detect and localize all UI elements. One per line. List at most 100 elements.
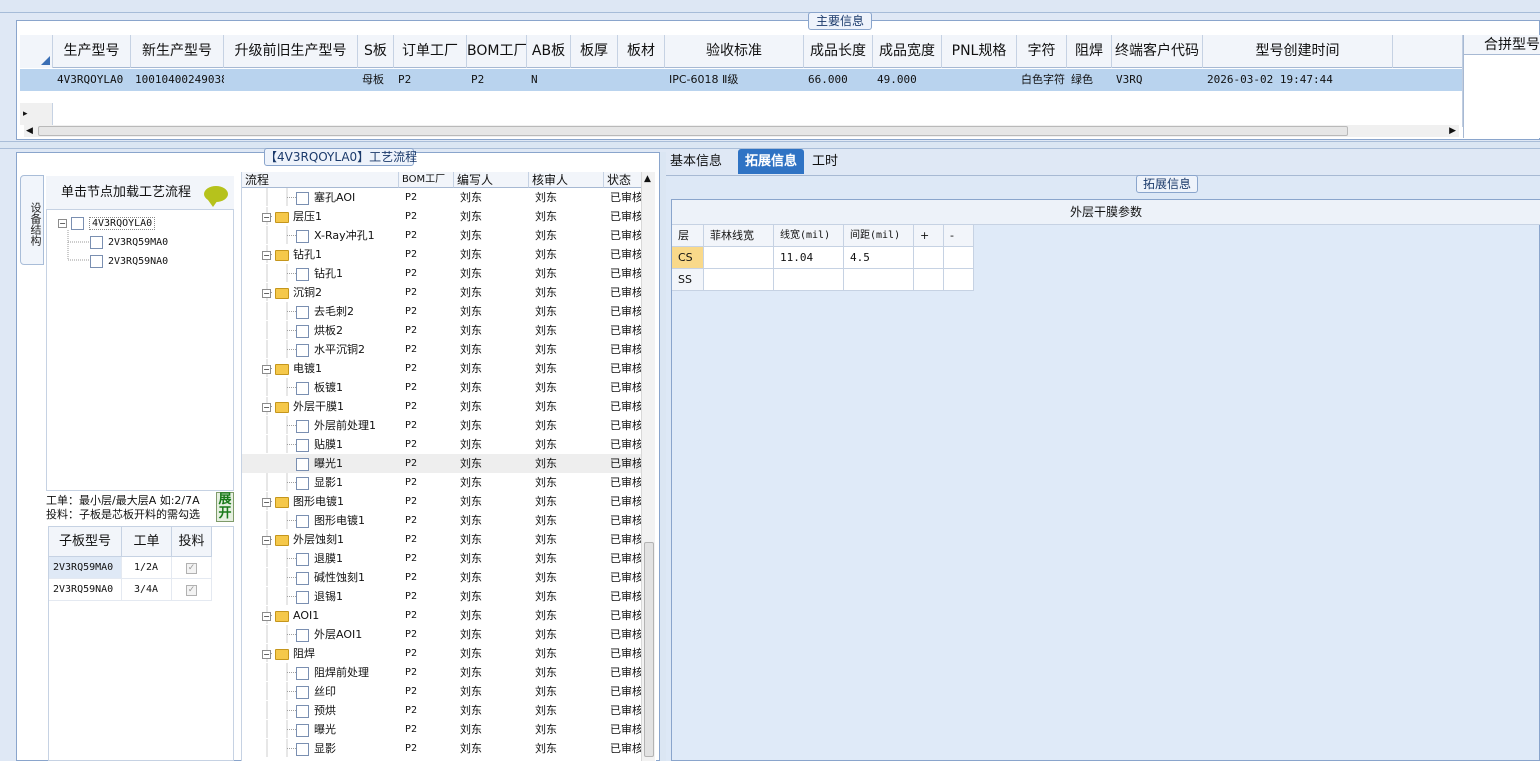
process-writer[interactable]: 刘东 xyxy=(454,511,529,530)
col-order[interactable]: 工单 xyxy=(122,527,172,557)
line-width-cell[interactable]: 11.04 xyxy=(774,247,844,269)
process-writer[interactable]: 刘东 xyxy=(454,682,529,701)
process-writer[interactable]: 刘东 xyxy=(454,378,529,397)
collapse-icon[interactable]: − xyxy=(262,250,271,260)
sub-model-cell[interactable]: 2V3RQ59NA0 xyxy=(49,579,122,601)
process-name[interactable]: 塞孔AOI xyxy=(296,188,399,207)
cell-model[interactable]: 4V3RQOYLA0 xyxy=(53,69,131,91)
process-factory[interactable]: P2 xyxy=(399,625,454,644)
empty-cell[interactable] xyxy=(944,247,974,269)
process-status[interactable]: 已审核 xyxy=(604,625,644,644)
layer-cell[interactable]: SS xyxy=(672,269,704,291)
process-status[interactable]: 已审核 xyxy=(604,644,644,663)
process-status[interactable]: 已审核 xyxy=(604,454,644,473)
process-status[interactable]: 已审核 xyxy=(604,739,644,758)
process-reviewer[interactable]: 刘东 xyxy=(529,188,604,207)
col-char[interactable]: 字符 xyxy=(1017,35,1067,68)
scroll-up-icon[interactable]: ▲ xyxy=(644,174,651,184)
collapse-icon[interactable]: − xyxy=(262,649,271,659)
process-name[interactable]: − 沉铜2 xyxy=(262,283,399,302)
process-reviewer[interactable]: 刘东 xyxy=(529,397,604,416)
process-status[interactable]: 已审核 xyxy=(604,568,644,587)
process-writer[interactable]: 刘东 xyxy=(454,644,529,663)
process-status[interactable]: 已审核 xyxy=(604,359,644,378)
process-status[interactable]: 已审核 xyxy=(604,264,644,283)
horizontal-splitter[interactable] xyxy=(0,141,1540,149)
process-reviewer[interactable]: 刘东 xyxy=(529,644,604,663)
cell-pnl[interactable] xyxy=(942,69,1017,91)
process-factory[interactable]: P2 xyxy=(399,397,454,416)
process-writer[interactable]: 刘东 xyxy=(454,568,529,587)
cell-char[interactable]: 白色字符 xyxy=(1017,69,1067,91)
col-status[interactable]: 状态 xyxy=(604,172,644,188)
process-reviewer[interactable]: 刘东 xyxy=(529,701,604,720)
process-factory[interactable]: P2 xyxy=(399,511,454,530)
process-writer[interactable]: 刘东 xyxy=(454,188,529,207)
scroll-right-icon[interactable]: ▶ xyxy=(1449,125,1456,137)
process-writer[interactable]: 刘东 xyxy=(454,397,529,416)
col-customer-code[interactable]: 终端客户代码 xyxy=(1112,35,1203,68)
line-width-cell[interactable] xyxy=(774,269,844,291)
cell-thickness[interactable] xyxy=(571,69,618,91)
tab-basic-info[interactable]: 基本信息 xyxy=(666,149,726,174)
process-name[interactable]: − 图形电镀1 xyxy=(262,492,399,511)
process-name[interactable]: 曝光1 xyxy=(296,454,399,473)
sub-model-cell[interactable]: 2V3RQ59MA0 xyxy=(49,557,122,579)
cell-created[interactable]: 2026-03-02 19:47:44 xyxy=(1203,69,1393,91)
col-model[interactable]: 生产型号 xyxy=(53,35,131,68)
process-writer[interactable]: 刘东 xyxy=(454,587,529,606)
process-status[interactable]: 已审核 xyxy=(604,720,644,739)
process-name[interactable]: 去毛刺2 xyxy=(296,302,399,321)
process-status[interactable]: 已审核 xyxy=(604,492,644,511)
collapse-icon[interactable]: − xyxy=(262,402,271,412)
process-vscroll[interactable]: ▲ xyxy=(641,172,655,761)
process-factory[interactable]: P2 xyxy=(399,435,454,454)
sub-order-cell[interactable]: 1/2A xyxy=(122,557,172,579)
process-factory[interactable]: P2 xyxy=(399,283,454,302)
process-reviewer[interactable]: 刘东 xyxy=(529,492,604,511)
process-reviewer[interactable]: 刘东 xyxy=(529,302,604,321)
process-reviewer[interactable]: 刘东 xyxy=(529,663,604,682)
layer-cell[interactable]: CS xyxy=(672,247,704,269)
col-feed[interactable]: 投料 xyxy=(172,527,212,557)
process-status[interactable]: 已审核 xyxy=(604,473,644,492)
process-row[interactable]: 显影 P2 刘东 刘东 已审核 xyxy=(242,739,644,758)
process-writer[interactable]: 刘东 xyxy=(454,416,529,435)
cell-width[interactable]: 49.000 xyxy=(873,69,942,91)
col-film-width[interactable]: 菲林线宽 xyxy=(704,225,774,247)
process-name[interactable]: X-Ray冲孔1 xyxy=(296,226,399,245)
process-row[interactable]: 预烘 P2 刘东 刘东 已审核 xyxy=(242,701,643,720)
process-reviewer[interactable]: 刘东 xyxy=(529,568,604,587)
process-writer[interactable]: 刘东 xyxy=(454,473,529,492)
col-thickness[interactable]: 板厚 xyxy=(571,35,618,68)
process-reviewer[interactable]: 刘东 xyxy=(529,359,604,378)
process-factory[interactable]: P2 xyxy=(399,606,454,625)
process-row[interactable]: − 图形电镀1 P2 刘东 刘东 已审核 xyxy=(242,492,644,511)
process-row[interactable]: − 阻焊 P2 刘东 刘东 已审核 xyxy=(242,644,644,663)
process-writer[interactable]: 刘东 xyxy=(454,226,529,245)
scroll-left-icon[interactable]: ◀ xyxy=(26,125,33,137)
process-row[interactable]: 退膜1 P2 刘东 刘东 已审核 xyxy=(242,549,643,568)
collapse-icon[interactable]: − xyxy=(262,212,271,222)
process-row[interactable]: 烘板2 P2 刘东 刘东 已审核 xyxy=(242,321,643,340)
col-created[interactable]: 型号创建时间 xyxy=(1203,35,1393,68)
process-reviewer[interactable]: 刘东 xyxy=(529,606,604,625)
process-writer[interactable]: 刘东 xyxy=(454,283,529,302)
process-writer[interactable]: 刘东 xyxy=(454,625,529,644)
process-reviewer[interactable]: 刘东 xyxy=(529,321,604,340)
process-row[interactable]: 板镀1 P2 刘东 刘东 已审核 xyxy=(242,378,644,397)
collapse-icon[interactable]: − xyxy=(262,364,271,374)
process-factory[interactable]: P2 xyxy=(399,549,454,568)
process-name[interactable]: 烘板2 xyxy=(296,321,399,340)
process-reviewer[interactable]: 刘东 xyxy=(529,739,604,758)
process-row[interactable]: 碱性蚀刻1 P2 刘东 刘东 已审核 xyxy=(242,568,644,587)
empty-cell[interactable] xyxy=(914,269,944,291)
process-writer[interactable]: 刘东 xyxy=(454,264,529,283)
process-status[interactable]: 已审核 xyxy=(604,378,644,397)
col-layer[interactable]: 层 xyxy=(672,225,704,247)
process-writer[interactable]: 刘东 xyxy=(454,245,529,264)
col-new-model[interactable]: 新生产型号 xyxy=(131,35,224,68)
process-row[interactable]: 水平沉铜2 P2 刘东 刘东 已审核 xyxy=(242,340,643,359)
vscroll-thumb[interactable] xyxy=(644,542,654,757)
process-writer[interactable]: 刘东 xyxy=(454,321,529,340)
